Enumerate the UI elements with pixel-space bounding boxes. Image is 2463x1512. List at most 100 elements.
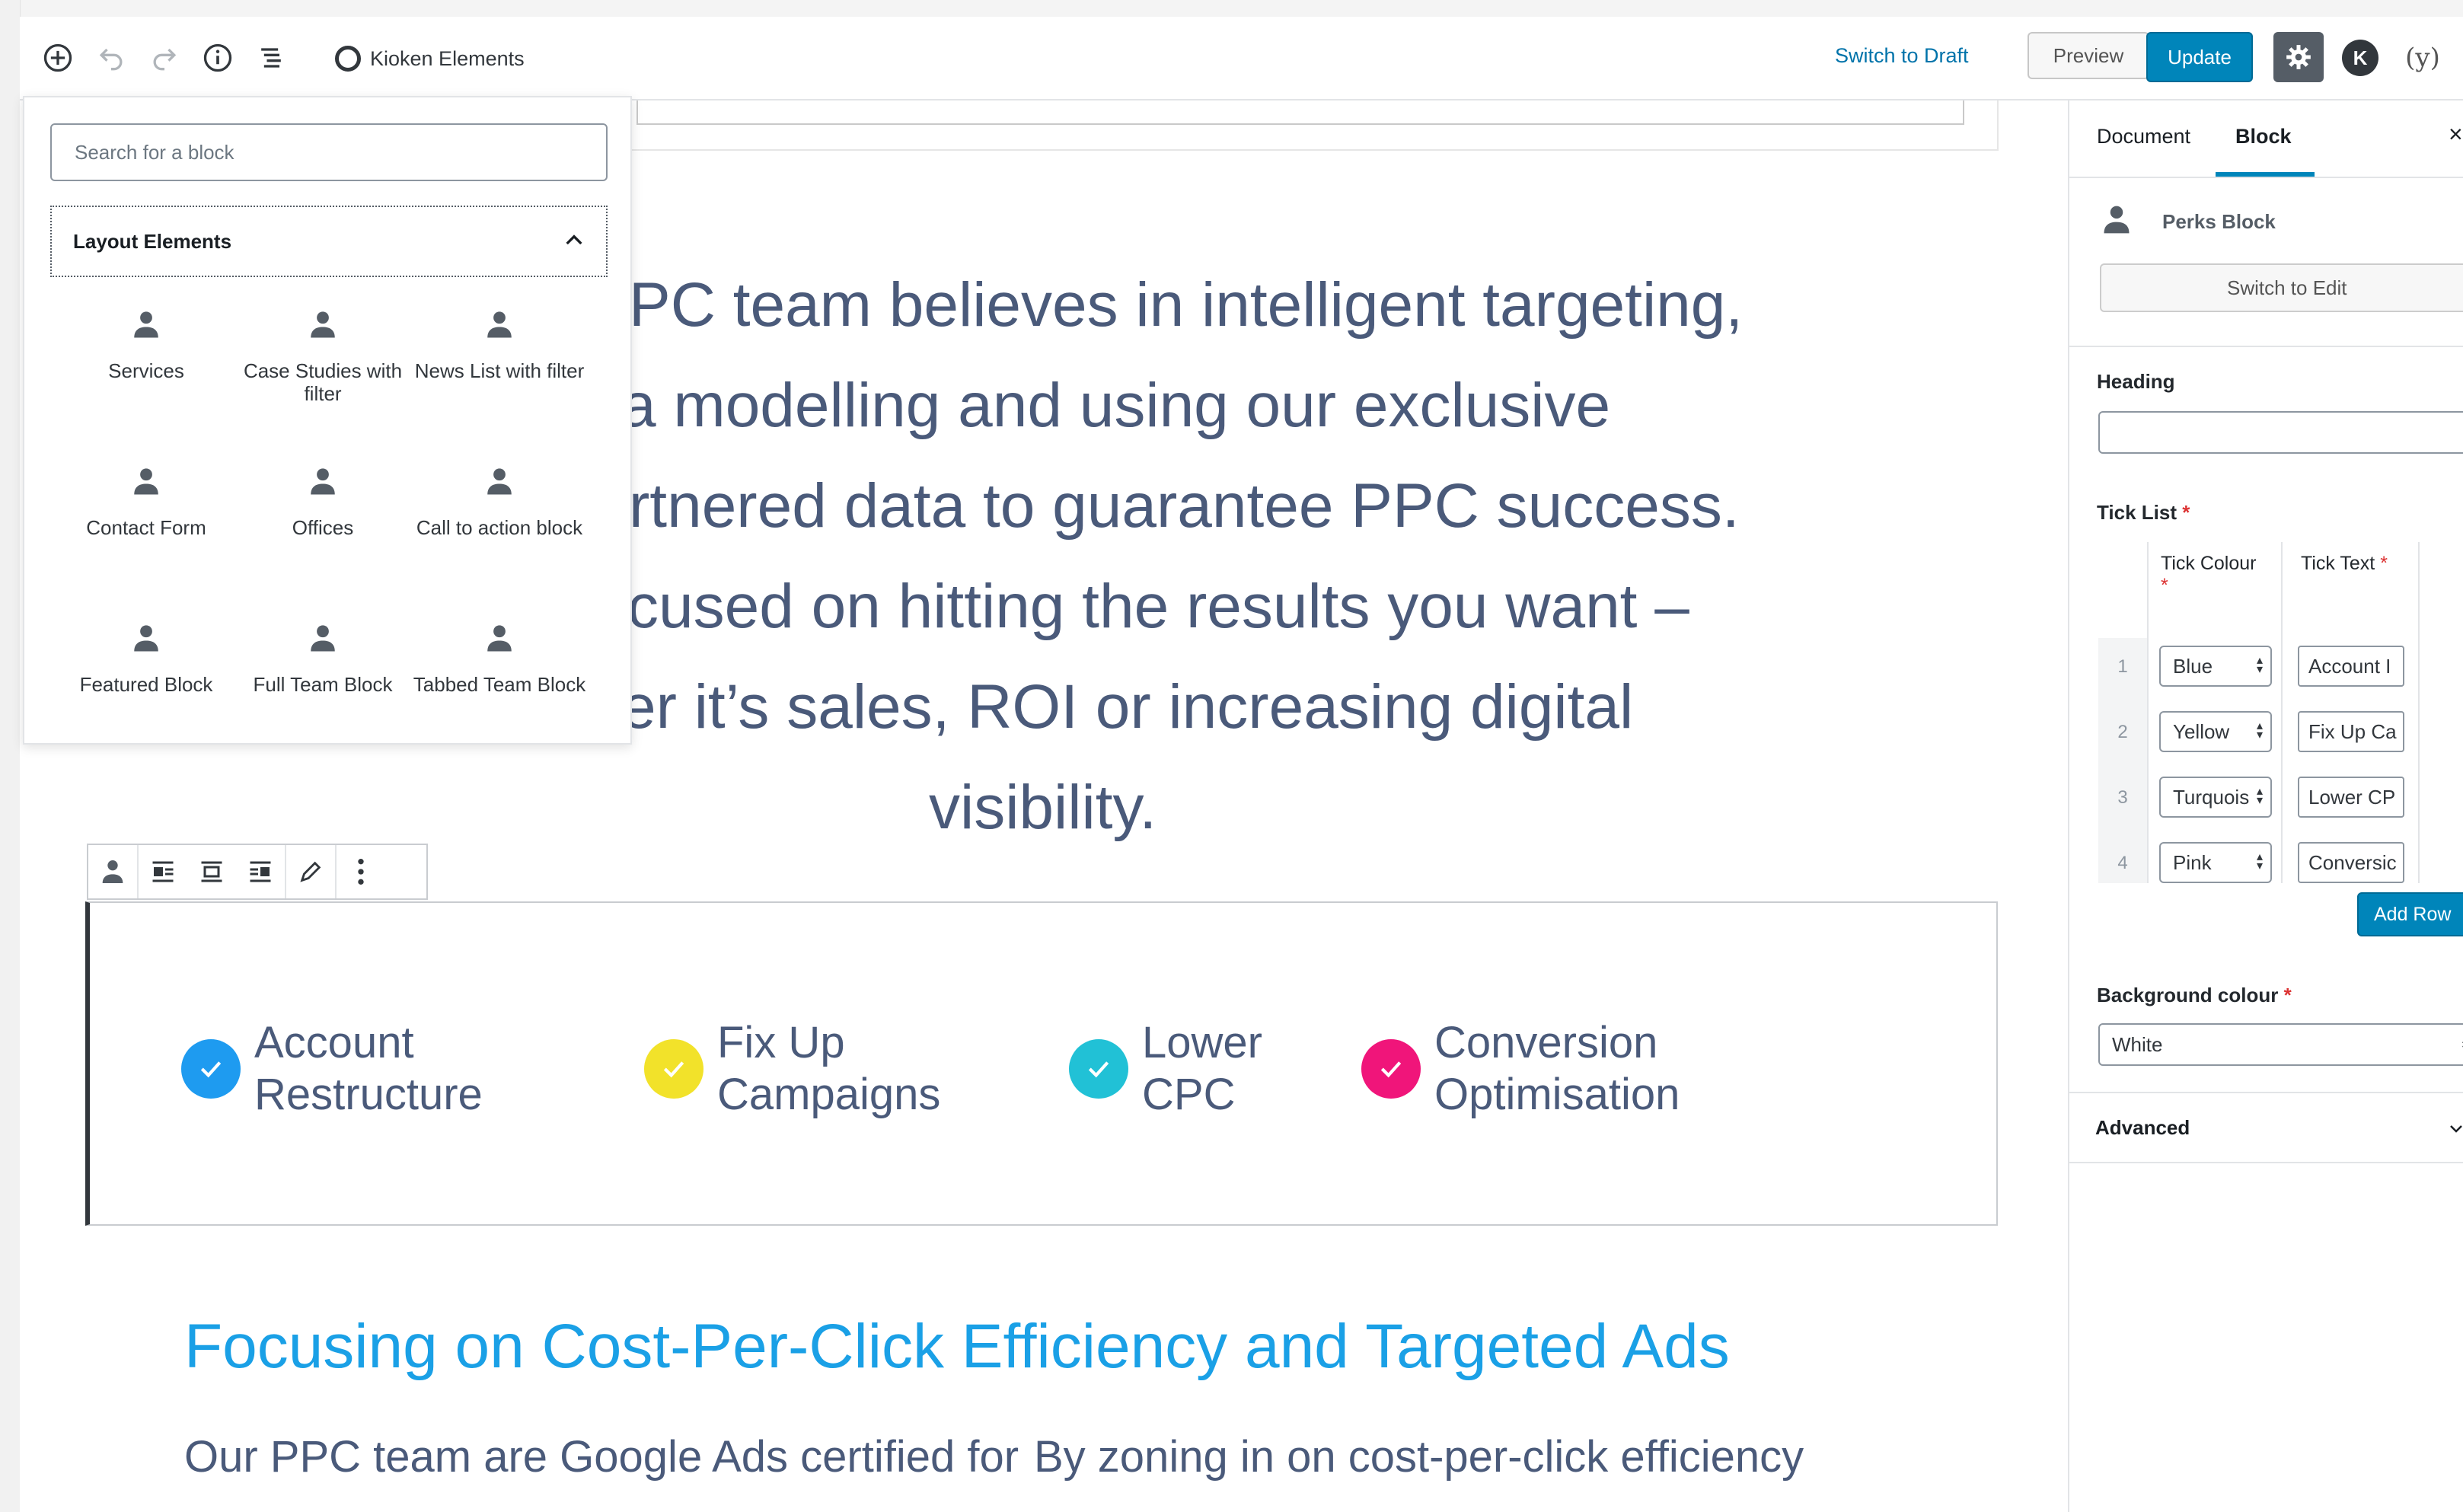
hero-text-line[interactable]: rtnered data to guarantee PPC success. (629, 471, 1740, 542)
perk-item: Conversion Optimisation (1361, 1017, 1680, 1121)
block-name: Perks Block (2162, 210, 2276, 233)
select-value: Blue (2173, 654, 2213, 678)
person-icon (2104, 206, 2130, 234)
block-type-person-icon[interactable] (88, 845, 137, 898)
person-icon (487, 625, 512, 652)
tick-text-input[interactable]: Lower CP (2298, 777, 2404, 818)
perk-item: Lower CPC (1069, 1017, 1262, 1121)
col-header-tick-colour-text: Tick Colour (2161, 553, 2257, 574)
tab-block[interactable]: Block (2235, 125, 2292, 148)
block-item-tabbed-team[interactable]: Tabbed Team Block (411, 621, 588, 696)
block-card: Perks Block Switch to Edit (2069, 177, 2463, 347)
body-paragraph-right[interactable]: By zoning in on cost-per-click efficienc… (1034, 1431, 1804, 1482)
block-label: Tabbed Team Block (413, 673, 586, 696)
select-value: White (2112, 1032, 2163, 1056)
tick-colour-select[interactable]: Yellow ▴ ▾ (2159, 711, 2272, 752)
block-search-input[interactable]: Search for a block (50, 123, 608, 181)
person-icon (134, 311, 158, 338)
info-icon[interactable] (199, 40, 236, 76)
block-label: Contact Form (86, 516, 206, 539)
undo-icon[interactable] (93, 40, 129, 76)
background-colour-select[interactable]: White ▴▾ (2098, 1023, 2463, 1066)
perk-item: Account Restructure (181, 1017, 483, 1121)
redo-icon[interactable] (146, 40, 183, 76)
select-value: Turquois (2173, 785, 2250, 809)
settings-sidebar: Document Block × Perks Block Switch to E… (2068, 100, 2463, 1512)
preview-button[interactable]: Preview (2028, 32, 2149, 79)
tab-document[interactable]: Document (2097, 125, 2190, 148)
person-icon (311, 311, 335, 338)
block-item-offices[interactable]: Offices (234, 464, 411, 539)
tick-text-input[interactable]: Account I (2298, 646, 2404, 687)
check-circle-icon (1361, 1039, 1421, 1099)
block-item-featured[interactable]: Featured Block (58, 621, 234, 696)
kioken-ring-icon (335, 46, 361, 72)
required-mark: * (2161, 575, 2168, 596)
kioken-elements-label[interactable]: Kioken Elements (370, 47, 525, 71)
block-item-call-to-action[interactable]: Call to action block (411, 464, 588, 539)
tick-colour-select[interactable]: Turquois ▴ ▾ (2159, 777, 2272, 818)
block-label: Services (108, 359, 184, 382)
block-item-full-team[interactable]: Full Team Block (234, 621, 411, 696)
edit-pencil-icon[interactable] (286, 845, 335, 898)
tick-colour-select[interactable]: Blue ▴ ▾ (2159, 646, 2272, 687)
hero-text-line[interactable]: a modelling and using our exclusive (621, 370, 1610, 442)
person-icon (134, 625, 158, 652)
yoast-icon[interactable]: (y) (2404, 40, 2441, 76)
hero-text-line[interactable]: cused on hitting the results you want – (627, 571, 1689, 643)
update-button[interactable]: Update (2146, 32, 2253, 82)
switch-to-draft-link[interactable]: Switch to Draft (1835, 44, 1969, 68)
switch-to-edit-button[interactable]: Switch to Edit (2100, 263, 2463, 312)
tick-text-input[interactable]: Fix Up Ca (2298, 711, 2404, 752)
add-block-icon[interactable] (40, 40, 76, 76)
close-icon[interactable]: × (2449, 120, 2463, 148)
col-header-tick-text-text: Tick Text (2301, 553, 2375, 574)
block-item-case-studies[interactable]: Case Studies with filter (234, 308, 411, 405)
tick-text-input[interactable]: Conversic (2298, 842, 2404, 883)
hero-text-line[interactable]: er it’s sales, ROI or increasing digital (621, 671, 1633, 743)
layout-elements-panel-toggle[interactable]: Layout Elements (50, 206, 608, 277)
row-number: 4 (2117, 853, 2128, 873)
heading-input[interactable] (2098, 411, 2463, 454)
body-paragraph-left[interactable]: Our PPC team are Google Ads certified fo… (184, 1431, 1019, 1482)
row-number: 1 (2117, 656, 2128, 677)
required-mark: * (2283, 984, 2292, 1006)
select-arrows-icon: ▴▾ (2256, 785, 2263, 807)
kioken-logo-icon[interactable]: K (2342, 40, 2378, 76)
advanced-label: Advanced (2095, 1116, 2190, 1139)
perk-text: Lower CPC (1142, 1018, 1262, 1119)
tick-list-label-text: Tick List (2097, 501, 2177, 524)
check-circle-icon (181, 1039, 241, 1099)
block-item-services[interactable]: Services (58, 308, 234, 382)
align-left-icon[interactable] (139, 845, 187, 898)
select-value: Yellow (2173, 719, 2230, 743)
block-item-contact-form[interactable]: Contact Form (58, 464, 234, 539)
block-label: Offices (292, 516, 354, 539)
align-right-icon[interactable] (236, 845, 285, 898)
settings-gear-icon[interactable] (2273, 32, 2324, 82)
block-toolbar (87, 844, 428, 900)
select-arrows-icon: ▴▾ (2256, 654, 2263, 676)
add-row-button[interactable]: Add Row (2357, 892, 2463, 936)
block-item-news-list[interactable]: News List with filter (411, 308, 588, 382)
hero-text-line[interactable]: visibility. (929, 772, 1157, 844)
advanced-panel-toggle[interactable]: Advanced (2069, 1092, 2463, 1163)
block-navigation-icon[interactable] (253, 40, 289, 76)
editor-header-toolbar: Kioken Elements Switch to Draft Preview … (20, 17, 2463, 100)
previous-block-select[interactable] (636, 100, 1964, 125)
select-value: Pink (2173, 850, 2212, 874)
person-icon (311, 625, 335, 652)
perks-block[interactable]: Account Restructure Fix Up Campaigns Low… (85, 901, 1998, 1226)
block-label: Featured Block (79, 673, 213, 696)
category-title: Layout Elements (73, 229, 232, 253)
row-number: 2 (2117, 722, 2128, 742)
hero-text-line[interactable]: PC team believes in intelligent targetin… (629, 270, 1743, 341)
section-heading[interactable]: Focusing on Cost-Per-Click Efficiency an… (184, 1311, 1730, 1383)
col-header-tick-colour: Tick Colour * (2161, 553, 2257, 597)
col-header-tick-text: Tick Text * (2301, 553, 2388, 575)
block-more-options-icon[interactable] (337, 845, 385, 898)
required-mark: * (2380, 553, 2388, 574)
person-icon (311, 468, 335, 495)
align-center-icon[interactable] (187, 845, 236, 898)
tick-colour-select[interactable]: Pink ▴ ▾ (2159, 842, 2272, 883)
